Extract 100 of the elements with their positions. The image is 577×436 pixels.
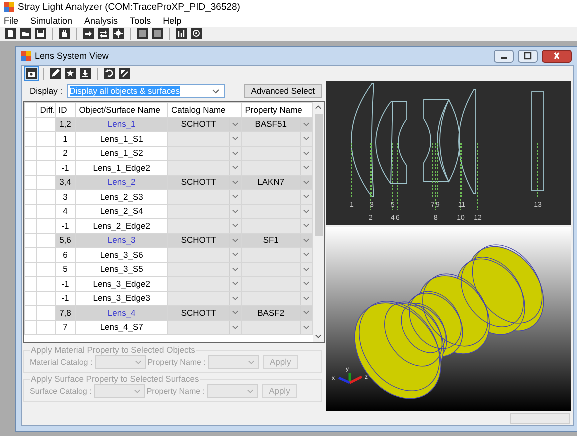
close-button[interactable]: [542, 50, 572, 63]
dropdown-field[interactable]: [168, 161, 241, 174]
menu-item[interactable]: Analysis: [84, 16, 118, 26]
table-cell: 4: [55, 204, 76, 219]
table-cell: Lens_1_Edge2: [76, 160, 168, 176]
dropdown-field[interactable]: SF1: [242, 234, 312, 247]
panel-icon[interactable]: [151, 27, 164, 40]
caret-icon: [303, 223, 310, 228]
menu-item[interactable]: Help: [163, 16, 182, 26]
camera-icon[interactable]: [25, 67, 38, 80]
caret-icon: [303, 165, 310, 170]
table-cell: Lens_3_S6: [76, 248, 168, 262]
caret-icon: [232, 296, 240, 301]
maximize-button[interactable]: [518, 50, 538, 63]
dropdown-field[interactable]: SCHOTT: [168, 306, 241, 320]
table-cell: Lens_2_Edge2: [76, 218, 168, 234]
dropdown-field[interactable]: [242, 277, 312, 290]
caret-icon: [232, 122, 240, 127]
caret-icon: [212, 88, 220, 94]
scroll-up-icon[interactable]: [315, 105, 322, 110]
caret-icon: [232, 150, 240, 156]
dropdown-field[interactable]: [168, 277, 241, 290]
caret-icon: [303, 238, 310, 243]
dashed-line: [432, 142, 434, 198]
caret-icon: [303, 310, 310, 316]
panel-icon[interactable]: [136, 27, 149, 40]
table-cell: Lens_2_S3: [76, 190, 168, 204]
caret-icon: [134, 360, 142, 365]
pencil-icon[interactable]: [49, 67, 62, 80]
table-cell: 5: [55, 262, 76, 277]
caret-icon: [303, 208, 310, 214]
field-label: Property Name :: [148, 358, 206, 367]
field-label: Property Name :: [146, 386, 206, 396]
table-cell: 7: [55, 320, 76, 335]
target-icon[interactable]: [190, 27, 203, 40]
bar-chart-icon[interactable]: [175, 27, 188, 40]
dropdown-field[interactable]: [168, 146, 241, 160]
dropdown-field[interactable]: [242, 248, 312, 262]
caret-icon: [232, 281, 240, 286]
menu-item[interactable]: Simulation: [30, 16, 73, 26]
scroll-thumb[interactable]: [314, 114, 322, 236]
dropdown-field[interactable]: BASF2: [242, 306, 312, 320]
page-icon[interactable]: [4, 27, 17, 40]
dropdown-field[interactable]: [242, 146, 312, 160]
caret-icon: [232, 238, 240, 243]
dropdown-field[interactable]: [168, 190, 241, 204]
caret-icon: [247, 388, 254, 394]
table-cell: Lens_2: [76, 175, 168, 190]
menu-item[interactable]: File: [4, 16, 19, 26]
caret-icon: [303, 180, 310, 185]
dropdown-field[interactable]: [242, 161, 312, 174]
dropdown-field[interactable]: [242, 292, 312, 305]
dropdown-field[interactable]: LAKN7: [242, 176, 312, 189]
dropdown-field[interactable]: [168, 132, 241, 146]
dropdown-field[interactable]: [168, 219, 241, 232]
dropdown-field[interactable]: [242, 204, 312, 218]
table-cell: -1: [55, 160, 76, 176]
dropdown-field[interactable]: BASF51: [242, 118, 312, 131]
minimize-button[interactable]: [494, 50, 514, 63]
dropdown-field[interactable]: [242, 132, 312, 146]
dropdown-field[interactable]: [168, 292, 241, 305]
dropdown-field[interactable]: [168, 204, 241, 218]
folder-icon[interactable]: [19, 27, 32, 40]
display-label: Display :: [30, 86, 63, 96]
caret-icon: [232, 136, 240, 142]
table-cell: Lens_4_S7: [76, 320, 168, 335]
caret-icon: [303, 136, 310, 142]
scrollbar[interactable]: [313, 102, 324, 342]
dropdown-field[interactable]: [168, 320, 241, 334]
dropdown-field[interactable]: [242, 320, 312, 334]
dropdown-field[interactable]: [168, 262, 241, 276]
field-label: Surface Catalog :: [30, 386, 92, 396]
caret-icon: [303, 281, 310, 286]
window-title: Stray Light Analyzer (COM:TraceProXP_PID_36528): [18, 2, 240, 13]
app-icon: [4, 2, 14, 12]
dropdown-field[interactable]: [168, 248, 241, 262]
caret-icon: [232, 208, 240, 214]
caret-icon: [248, 360, 255, 365]
dropdown-field[interactable]: [242, 219, 312, 232]
dropdown-field[interactable]: [242, 190, 312, 204]
dropdown-field[interactable]: SCHOTT: [168, 176, 241, 189]
swap-arrows-icon[interactable]: [97, 27, 110, 40]
table-cell: Lens_3_Edge2: [76, 276, 168, 292]
menu-item[interactable]: Tools: [130, 16, 152, 26]
save-icon[interactable]: [34, 27, 47, 40]
scroll-down-icon[interactable]: [315, 334, 322, 340]
burst-icon[interactable]: [112, 27, 125, 40]
caret-icon: [232, 310, 240, 316]
undo-icon[interactable]: [103, 67, 116, 80]
maximize-icon: [523, 52, 533, 60]
table-cell: -1: [55, 276, 76, 292]
table-cell: 3: [55, 190, 76, 204]
table-cell: Lens_2_S4: [76, 204, 168, 219]
field-label: Material Catalog :: [30, 358, 93, 367]
caret-icon: [303, 296, 310, 301]
dropdown-field[interactable]: SCHOTT: [168, 234, 241, 247]
download-icon[interactable]: [79, 67, 92, 80]
advanced-select-button[interactable]: Advanced Select: [244, 84, 322, 98]
dropdown-field[interactable]: [242, 262, 312, 276]
dropdown-field[interactable]: SCHOTT: [168, 118, 241, 131]
